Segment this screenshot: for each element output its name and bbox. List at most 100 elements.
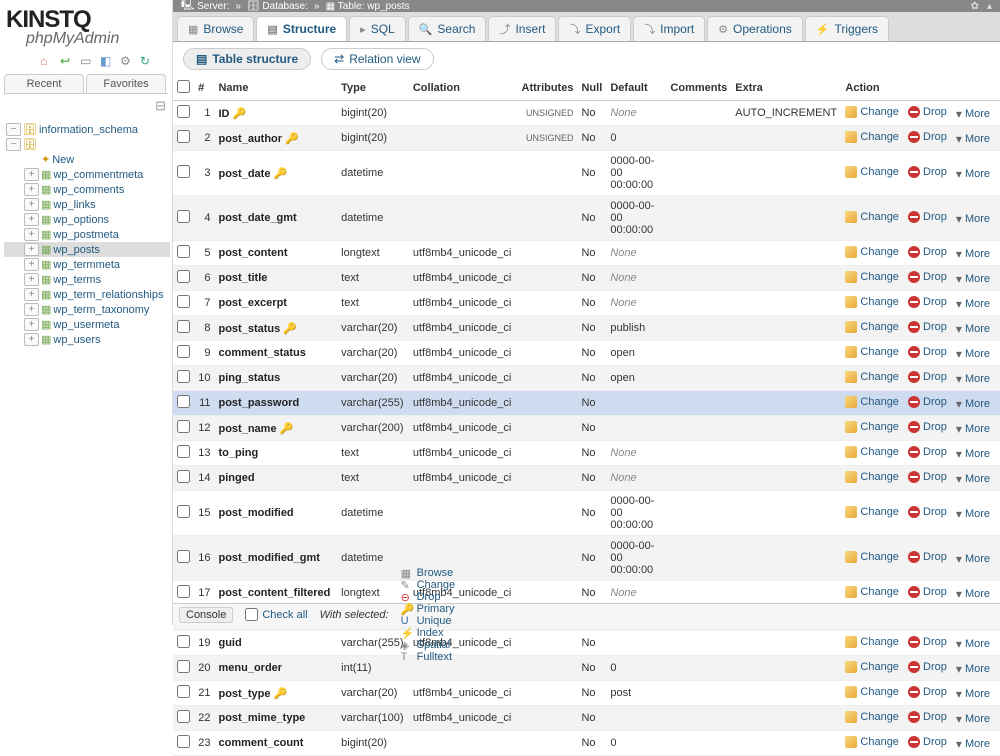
more-action[interactable]: ▾More [956, 638, 990, 650]
more-action[interactable]: ▾More [956, 298, 990, 310]
drop-action[interactable]: Drop [908, 131, 947, 143]
checkall-header[interactable] [177, 80, 190, 93]
tree-table-wp_term_taxonomy[interactable]: +▦ wp_term_taxonomy [4, 302, 170, 317]
row-checkbox[interactable] [177, 505, 190, 518]
console-button[interactable]: Console [179, 607, 233, 623]
subtab-relation-view[interactable]: ⇄Relation view [321, 48, 433, 70]
col-name[interactable]: ID🔑 [214, 101, 337, 126]
tab-export[interactable]: ⤵Export [558, 16, 631, 41]
drop-action[interactable]: Drop [908, 551, 947, 563]
col-name[interactable]: post_type🔑 [214, 681, 337, 706]
more-action[interactable]: ▾More [956, 248, 990, 260]
tab-operations[interactable]: ⚙Operations [707, 16, 803, 41]
drop-action[interactable]: Drop [908, 166, 947, 178]
footer-browse[interactable]: ▦Browse [401, 567, 456, 579]
row-checkbox[interactable] [177, 710, 190, 723]
change-action[interactable]: Change [845, 371, 899, 383]
row-checkbox[interactable] [177, 395, 190, 408]
sql-icon[interactable]: ▭ [80, 54, 94, 68]
col-name[interactable]: post_modified_gmt [214, 536, 337, 581]
col-name[interactable]: ping_status [214, 366, 337, 391]
tree-table-wp_links[interactable]: +▦ wp_links [4, 197, 170, 212]
header-null[interactable]: Null [577, 76, 606, 101]
drop-action[interactable]: Drop [908, 471, 947, 483]
tree-table-wp_postmeta[interactable]: +▦ wp_postmeta [4, 227, 170, 242]
more-action[interactable]: ▾More [956, 273, 990, 285]
more-action[interactable]: ▾More [956, 168, 990, 180]
more-action[interactable]: ▾More [956, 473, 990, 485]
tree-table-wp_comments[interactable]: +▦ wp_comments [4, 182, 170, 197]
header-num[interactable]: # [194, 76, 214, 101]
tab-search[interactable]: 🔍Search [408, 16, 487, 41]
row-checkbox[interactable] [177, 320, 190, 333]
change-action[interactable]: Change [845, 166, 899, 178]
footer-spatial[interactable]: ◈Spatial [401, 639, 456, 651]
more-action[interactable]: ▾More [956, 713, 990, 725]
more-action[interactable]: ▾More [956, 448, 990, 460]
tab-insert[interactable]: ⤴Insert [488, 16, 556, 41]
drop-action[interactable]: Drop [908, 686, 947, 698]
drop-action[interactable]: Drop [908, 106, 947, 118]
footer-drop[interactable]: ⊖Drop [401, 591, 456, 603]
exit-icon[interactable]: ↩ [60, 54, 74, 68]
drop-action[interactable]: Drop [908, 711, 947, 723]
home-icon[interactable]: ⌂ [40, 54, 54, 68]
header-collation[interactable]: Collation [409, 76, 518, 101]
drop-action[interactable]: Drop [908, 661, 947, 673]
col-name[interactable]: post_date_gmt [214, 196, 337, 241]
drop-action[interactable]: Drop [908, 446, 947, 458]
col-name[interactable]: post_mime_type [214, 706, 337, 731]
change-action[interactable]: Change [845, 711, 899, 723]
change-action[interactable]: Change [845, 106, 899, 118]
col-name[interactable]: post_content [214, 241, 337, 266]
change-action[interactable]: Change [845, 321, 899, 333]
row-checkbox[interactable] [177, 635, 190, 648]
row-checkbox[interactable] [177, 735, 190, 748]
footer-change[interactable]: ✎Change [401, 579, 456, 591]
col-name[interactable]: post_date🔑 [214, 151, 337, 196]
header-extra[interactable]: Extra [731, 76, 841, 101]
reload-icon[interactable]: ↻ [140, 54, 154, 68]
col-name[interactable]: post_excerpt [214, 291, 337, 316]
col-name[interactable]: menu_order [214, 656, 337, 681]
tab-browse[interactable]: ▦Browse [177, 16, 254, 41]
drop-action[interactable]: Drop [908, 736, 947, 748]
row-checkbox[interactable] [177, 165, 190, 178]
drop-action[interactable]: Drop [908, 321, 947, 333]
col-name[interactable]: comment_count [214, 731, 337, 756]
change-action[interactable]: Change [845, 296, 899, 308]
tree-table-wp_termmeta[interactable]: +▦ wp_termmeta [4, 257, 170, 272]
nav-favorites[interactable]: Favorites [86, 74, 166, 93]
tree-db2[interactable]: −🗄 [4, 137, 170, 152]
more-action[interactable]: ▾More [956, 373, 990, 385]
more-action[interactable]: ▾More [956, 348, 990, 360]
gear-icon[interactable]: ⚙ [120, 54, 134, 68]
nav-recent[interactable]: Recent [4, 74, 84, 93]
row-checkbox[interactable] [177, 370, 190, 383]
col-name[interactable]: post_status🔑 [214, 316, 337, 341]
tree-table-wp_posts[interactable]: +▦ wp_posts [4, 242, 170, 257]
more-action[interactable]: ▾More [956, 553, 990, 565]
header-comments[interactable]: Comments [666, 76, 731, 101]
drop-action[interactable]: Drop [908, 586, 947, 598]
tree-table-wp_commentmeta[interactable]: +▦ wp_commentmeta [4, 167, 170, 182]
col-name[interactable]: pinged [214, 466, 337, 491]
change-action[interactable]: Change [845, 396, 899, 408]
footer-primary[interactable]: 🔑Primary [401, 603, 456, 615]
more-action[interactable]: ▾More [956, 508, 990, 520]
collapse-icon[interactable]: ⊟ [6, 98, 166, 114]
col-name[interactable]: post_title [214, 266, 337, 291]
more-action[interactable]: ▾More [956, 213, 990, 225]
drop-action[interactable]: Drop [908, 211, 947, 223]
tree-db[interactable]: −🗄 information_schema [4, 122, 170, 137]
change-action[interactable]: Change [845, 421, 899, 433]
change-action[interactable]: Change [845, 661, 899, 673]
drop-action[interactable]: Drop [908, 506, 947, 518]
settings-icon[interactable]: ✿ [971, 1, 979, 12]
tab-sql[interactable]: ▸SQL [349, 16, 406, 41]
more-action[interactable]: ▾More [956, 133, 990, 145]
tree-new[interactable]: ✦ New [4, 152, 170, 167]
expand-icon[interactable]: ▴ [987, 1, 992, 12]
more-action[interactable]: ▾More [956, 323, 990, 335]
col-name[interactable]: post_author🔑 [214, 126, 337, 151]
